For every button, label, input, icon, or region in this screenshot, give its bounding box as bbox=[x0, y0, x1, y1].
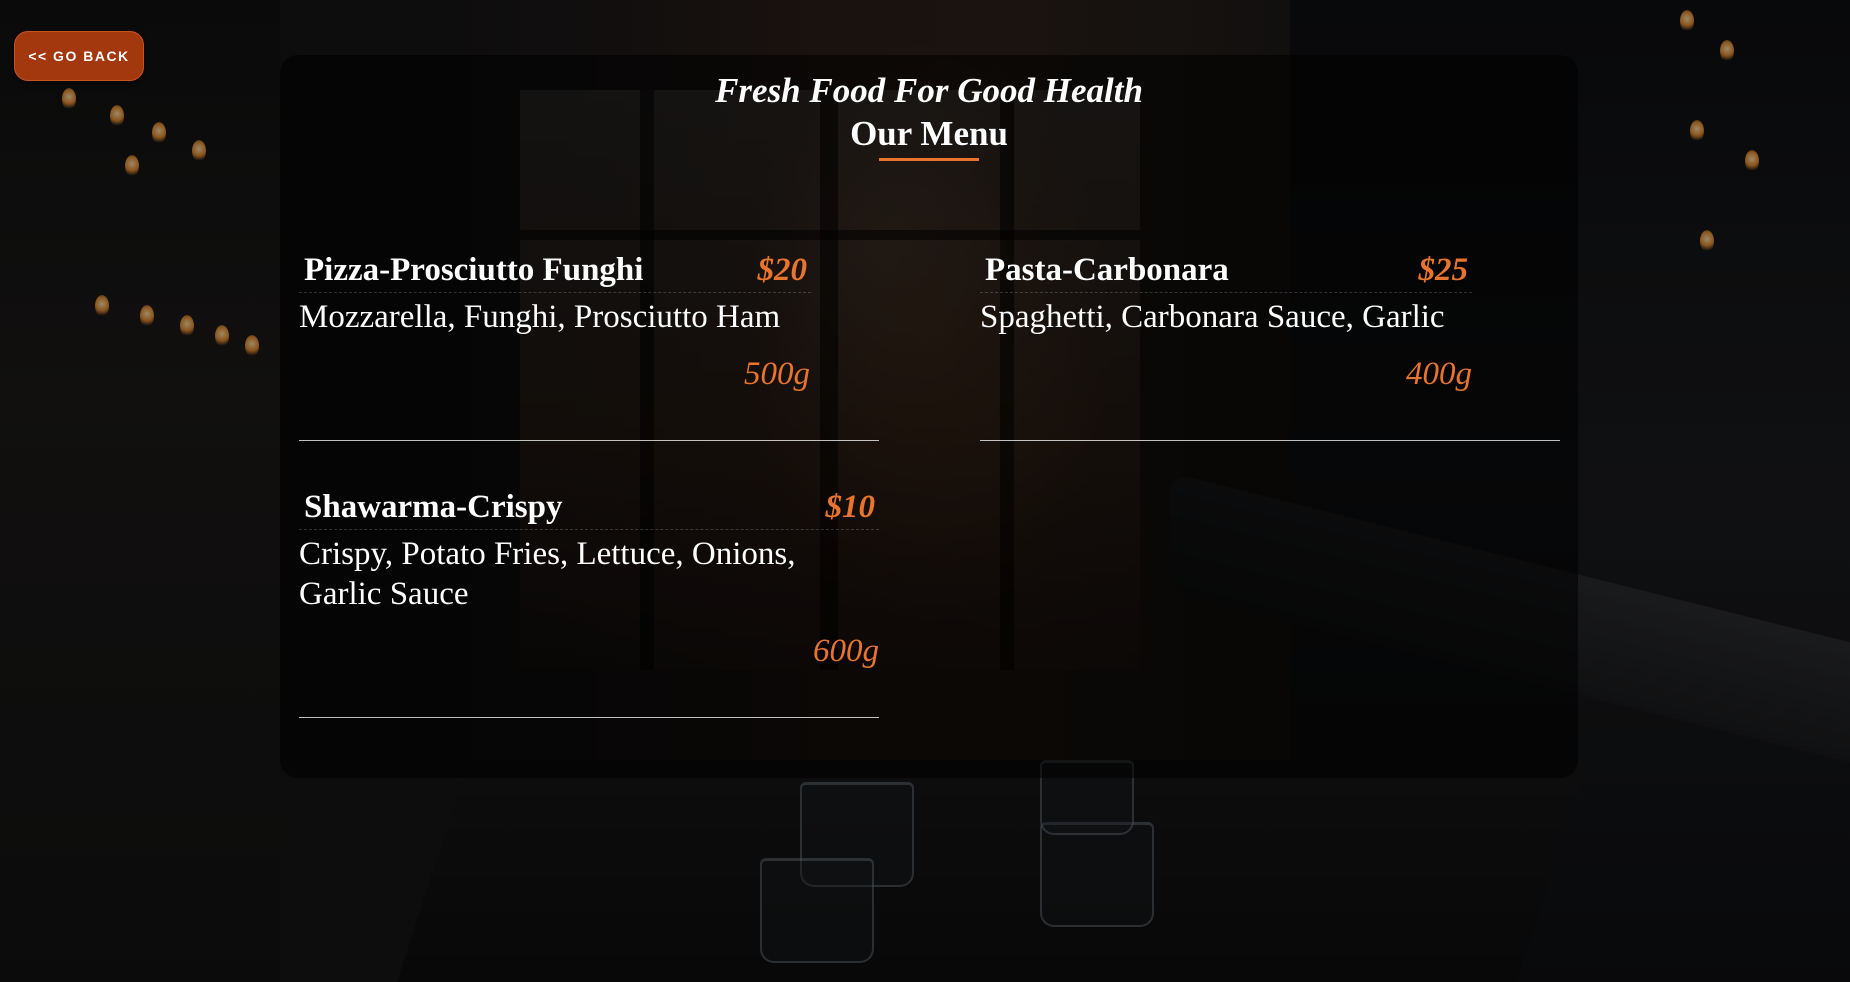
menu-title: Our Menu bbox=[850, 114, 1008, 153]
menu-item-price: $10 bbox=[825, 489, 876, 525]
menu-item-divider bbox=[980, 440, 1560, 441]
menu-item: Shawarma-Crispy $10 Crispy, Potato Fries… bbox=[299, 485, 879, 671]
menu-item-weight: 500g bbox=[744, 356, 810, 392]
menu-item-price: $25 bbox=[1418, 252, 1469, 288]
menu-item-header: Pizza-Prosciutto Funghi $20 bbox=[299, 248, 811, 293]
title-underline bbox=[879, 158, 979, 161]
menu-item: Pizza-Prosciutto Funghi $20 Mozzarella, … bbox=[299, 248, 879, 394]
menu-item-name: Pizza-Prosciutto Funghi bbox=[304, 252, 644, 288]
menu-item-header: Pasta-Carbonara $25 bbox=[980, 248, 1472, 293]
menu-item-price: $20 bbox=[757, 252, 808, 288]
menu-item-name: Pasta-Carbonara bbox=[985, 252, 1229, 288]
menu-subtitle: Fresh Food For Good Health bbox=[715, 71, 1143, 110]
menu-item-header: Shawarma-Crispy $10 bbox=[299, 485, 879, 530]
menu-item-weight: 400g bbox=[1406, 356, 1472, 392]
menu-item-divider bbox=[299, 717, 879, 718]
menu-item-divider bbox=[299, 440, 879, 441]
menu-item-name: Shawarma-Crispy bbox=[304, 489, 563, 525]
menu-item-weight: 600g bbox=[813, 633, 879, 669]
menu-item: Pasta-Carbonara $25 Spaghetti, Carbonara… bbox=[980, 248, 1560, 394]
menu-item-description: Spaghetti, Carbonara Sauce, Garlic bbox=[980, 299, 1445, 335]
menu-item-description: Crispy, Potato Fries, Lettuce, Onions, G… bbox=[299, 536, 796, 612]
menu-heading: Fresh Food For Good Health Our Menu bbox=[280, 68, 1578, 161]
go-back-button[interactable]: << GO BACK bbox=[14, 31, 144, 81]
menu-item-description: Mozzarella, Funghi, Prosciutto Ham bbox=[299, 299, 781, 335]
